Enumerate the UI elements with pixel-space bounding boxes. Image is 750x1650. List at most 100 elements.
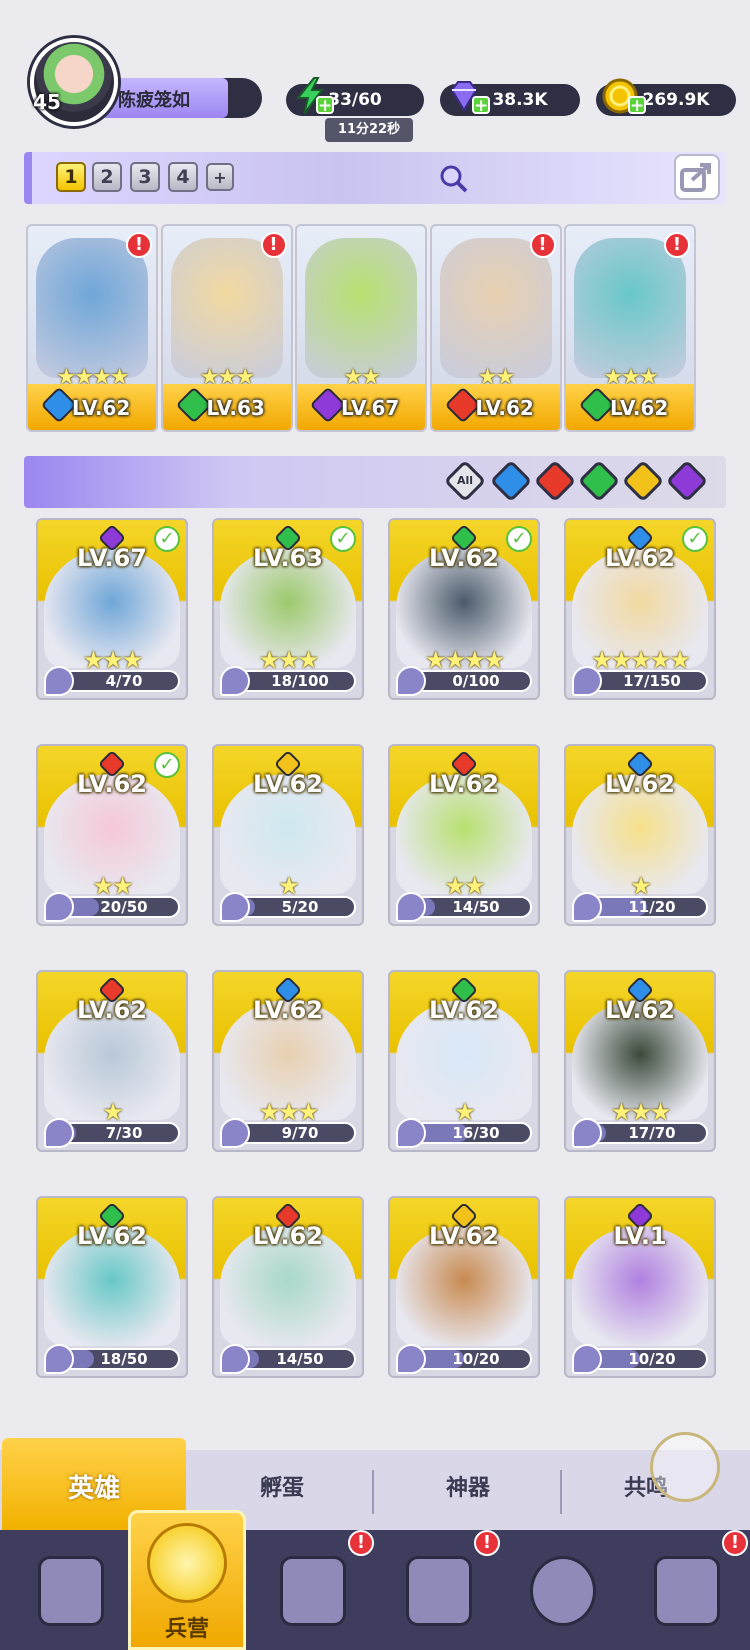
energy-add-button[interactable]: + <box>316 96 334 115</box>
hero-card[interactable]: LV.62 ★★★ 9/70 <box>212 970 364 1152</box>
check-icon: ✓ <box>154 752 180 778</box>
hero-card[interactable]: LV.1 10/20 <box>564 1196 716 1378</box>
fragment-count: 18/100 <box>271 672 329 690</box>
hero-alert-badge: ! <box>260 232 287 258</box>
gem-add-button[interactable]: + <box>472 96 490 115</box>
hero-alert-badge: ! <box>126 232 152 258</box>
fragment-progress-bar: 14/50 <box>396 892 532 922</box>
team-hero-card[interactable]: ★★★ LV.63! <box>160 224 293 432</box>
team-hero-card[interactable]: ★★★ LV.62! <box>564 224 696 432</box>
team-slot-3[interactable]: 3 <box>130 162 160 192</box>
mushroom-icon <box>530 1556 596 1626</box>
nav-guild[interactable] <box>632 1548 742 1640</box>
hero-alert-badge: ! <box>664 232 690 258</box>
player-name: 陈疲笼如 <box>118 90 190 111</box>
fragment-count: 16/30 <box>452 1124 500 1142</box>
team-hero-card[interactable]: ★★ LV.67 <box>295 224 427 432</box>
hero-card[interactable]: LV.62 10/20 <box>388 1196 540 1378</box>
fragment-progress-bar: 17/150 <box>572 666 708 696</box>
hero-level: LV.62 <box>253 1222 323 1250</box>
hero-level: LV.62 <box>429 770 499 798</box>
hero-level: LV.62 <box>77 1222 147 1250</box>
nav-book-alert: ! <box>348 1530 374 1556</box>
check-icon: ✓ <box>506 526 532 552</box>
hero-card[interactable]: LV.62 ★ 5/20 <box>212 744 364 926</box>
fragment-progress-bar: 14/50 <box>220 1344 356 1374</box>
nav-mushroom[interactable] <box>508 1548 618 1640</box>
tab-artifacts[interactable]: 神器 <box>388 1470 548 1502</box>
hero-level: LV.62 <box>253 770 323 798</box>
nav-shrine[interactable] <box>384 1548 494 1640</box>
nav-guild-alert: ! <box>722 1530 748 1556</box>
fragment-count: 5/20 <box>281 898 319 916</box>
fragment-icon <box>572 666 602 696</box>
team-slot-add[interactable]: + <box>206 163 234 191</box>
hero-portrait <box>170 238 283 378</box>
fragment-count: 0/100 <box>452 672 500 690</box>
hero-level: LV.62 <box>610 396 669 420</box>
hero-level: LV.62 <box>77 996 147 1024</box>
nav-barracks[interactable]: 兵营 <box>128 1510 246 1650</box>
hero-card[interactable]: LV.63 ★★★ 18/100 ✓ <box>212 518 364 700</box>
team-hero-card[interactable]: ★★★★ LV.62! <box>26 224 158 432</box>
fragment-icon <box>572 892 602 922</box>
fragment-progress-bar: 10/20 <box>396 1344 532 1374</box>
fragment-progress-bar: 10/20 <box>572 1344 708 1374</box>
hero-card[interactable]: LV.62 ★★★ 17/70 <box>564 970 716 1152</box>
fragment-icon <box>572 1344 602 1374</box>
tab-hatch[interactable]: 孵蛋 <box>202 1470 362 1502</box>
floating-sparkle-button[interactable] <box>650 1432 720 1502</box>
hero-level: LV.62 <box>605 996 675 1024</box>
fragment-count: 14/50 <box>276 1350 324 1368</box>
fragment-icon <box>396 1118 426 1148</box>
hero-card[interactable]: LV.62 ★★★★★ 17/150 ✓ <box>564 518 716 700</box>
fragment-progress-bar: 9/70 <box>220 1118 356 1148</box>
fragment-icon <box>44 892 74 922</box>
cards-icon <box>38 1556 104 1626</box>
hero-card[interactable]: LV.62 ★★ 20/50 ✓ <box>36 744 188 926</box>
team-slot-1[interactable]: 1 <box>56 162 86 192</box>
nav-book[interactable] <box>258 1548 368 1640</box>
fragment-progress-bar: 18/50 <box>44 1344 180 1374</box>
hero-card[interactable]: LV.62 ★ 11/20 <box>564 744 716 926</box>
fragment-icon <box>220 1118 250 1148</box>
barracks-icon <box>147 1523 227 1603</box>
element-filter-bar <box>24 456 726 508</box>
hero-portrait <box>36 238 148 378</box>
team-hero-card[interactable]: ★★ LV.62! <box>429 224 562 432</box>
nav-shrine-alert: ! <box>474 1530 500 1556</box>
hero-level: LV.63 <box>206 396 265 420</box>
hero-level: LV.62 <box>605 770 675 798</box>
fragment-icon <box>220 1344 250 1374</box>
share-button[interactable] <box>674 154 720 200</box>
hero-card[interactable]: LV.62 ★ 16/30 <box>388 970 540 1152</box>
hero-portrait <box>439 238 552 378</box>
fragment-count: 17/70 <box>628 1124 676 1142</box>
fragment-progress-bar: 17/70 <box>572 1118 708 1148</box>
player-name-plate[interactable]: 陈疲笼如 <box>100 78 262 118</box>
check-icon: ✓ <box>330 526 356 552</box>
fragment-count: 20/50 <box>100 898 148 916</box>
hero-card[interactable]: LV.62 18/50 <box>36 1196 188 1378</box>
hero-card[interactable]: LV.62 ★★★★ 0/100 ✓ <box>388 518 540 700</box>
fragment-count: 11/20 <box>628 898 676 916</box>
search-icon[interactable] <box>437 162 469 194</box>
share-icon <box>680 163 711 192</box>
hero-card[interactable]: LV.62 ★★ 14/50 <box>388 744 540 926</box>
fragment-count: 10/20 <box>452 1350 500 1368</box>
fragment-count: 17/150 <box>623 672 681 690</box>
fragment-icon <box>396 892 426 922</box>
team-slot-2[interactable]: 2 <box>92 162 122 192</box>
nav-cards[interactable] <box>16 1548 126 1640</box>
team-slot-4[interactable]: 4 <box>168 162 198 192</box>
hero-card[interactable]: LV.67 ★★★ 4/70 ✓ <box>36 518 188 700</box>
fragment-icon <box>396 1344 426 1374</box>
check-icon: ✓ <box>154 526 180 552</box>
hero-card[interactable]: LV.62 ★ 7/30 <box>36 970 188 1152</box>
hero-card[interactable]: LV.62 14/50 <box>212 1196 364 1378</box>
fragment-progress-bar: 18/100 <box>220 666 356 696</box>
fragment-icon <box>44 1118 74 1148</box>
avatar[interactable]: 45 <box>30 38 118 126</box>
book-icon <box>280 1556 346 1626</box>
coin-add-button[interactable]: + <box>628 96 646 115</box>
